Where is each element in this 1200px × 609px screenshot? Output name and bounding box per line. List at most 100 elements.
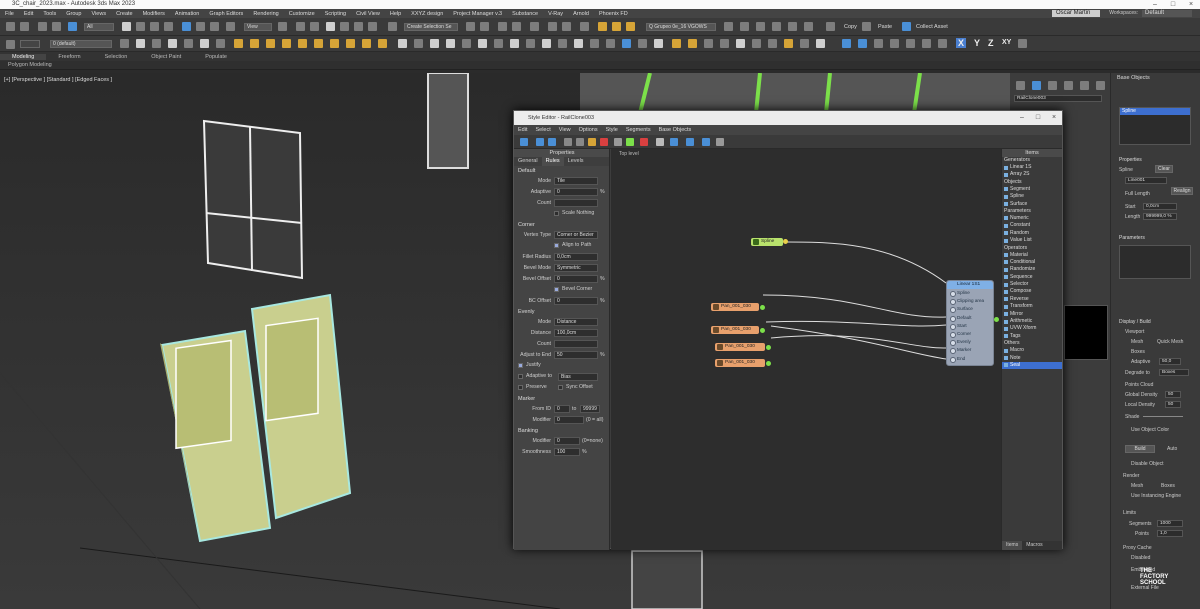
bevel-corner-checkbox[interactable] xyxy=(554,287,559,292)
move-icon[interactable] xyxy=(182,22,191,31)
curve-editor-icon[interactable] xyxy=(548,22,557,31)
scale-nothing-checkbox[interactable] xyxy=(554,211,559,216)
item-random[interactable]: Random xyxy=(1002,230,1062,237)
tab-items[interactable]: Items xyxy=(1002,541,1023,550)
tool-j-icon[interactable] xyxy=(784,39,793,48)
parameters-list[interactable] xyxy=(1119,245,1191,279)
fillet-radius-field[interactable]: 0,0cm xyxy=(554,253,598,261)
editor-menu-options[interactable]: Options xyxy=(575,127,602,133)
current-layer-swatch[interactable] xyxy=(20,40,40,48)
port-spline[interactable]: Spline xyxy=(947,289,993,298)
menu-help[interactable]: Help xyxy=(385,11,406,17)
layer-tools-icon[interactable] xyxy=(724,22,733,31)
menu-project-manager[interactable]: Project Manager v.3 xyxy=(448,11,507,17)
clear-spline-button[interactable]: Clear xyxy=(1155,165,1173,173)
menu-customize[interactable]: Customize xyxy=(284,11,320,17)
segment-node-3[interactable]: Pan_001_030 xyxy=(715,343,765,351)
material-editor-icon[interactable] xyxy=(580,22,589,31)
percent-snap-icon[interactable] xyxy=(354,22,363,31)
unlink-icon[interactable] xyxy=(52,22,61,31)
evenly-mode-dropdown[interactable]: Distance xyxy=(554,318,598,326)
axis-z-button[interactable]: Z xyxy=(988,38,994,48)
points-cloud-checkbox[interactable]: Points Cloud xyxy=(1125,382,1153,388)
toggle-scene-explorer-icon[interactable] xyxy=(498,22,507,31)
motion-panel-icon[interactable] xyxy=(1064,81,1073,90)
ribbon-tab-object-paint[interactable]: Object Paint xyxy=(139,54,193,60)
editor-menu-base-objects[interactable]: Base Objects xyxy=(655,127,696,133)
tool-p-icon[interactable] xyxy=(890,39,899,48)
vray-light-icon[interactable] xyxy=(314,39,323,48)
item-spline[interactable]: Spline xyxy=(1002,193,1062,200)
quick-mesh-radio[interactable]: Quick Mesh xyxy=(1157,339,1183,345)
rotate-icon[interactable] xyxy=(196,22,205,31)
systems-icon[interactable] xyxy=(298,39,307,48)
undo-icon[interactable] xyxy=(6,22,15,31)
segment-output-pin[interactable] xyxy=(760,328,765,333)
editor-minimize-icon[interactable]: – xyxy=(1014,111,1030,125)
align-icon[interactable] xyxy=(480,22,489,31)
rendered-frame-window-icon[interactable] xyxy=(612,22,621,31)
vray-frame-buffer-icon[interactable] xyxy=(462,39,471,48)
scale-icon[interactable] xyxy=(210,22,219,31)
port-corner[interactable]: Corner xyxy=(947,330,993,339)
create-layer-icon[interactable] xyxy=(136,39,145,48)
item-numeric[interactable]: Numeric xyxy=(1002,215,1062,222)
object-name-field[interactable]: RailClone003 xyxy=(1014,95,1102,102)
tool-h-icon[interactable] xyxy=(752,39,761,48)
display-build-header[interactable]: Display / Build xyxy=(1119,319,1151,325)
tool-e-icon[interactable] xyxy=(704,39,713,48)
segment-node-1[interactable]: Pan_001_030 xyxy=(711,303,759,311)
tool-m-icon[interactable] xyxy=(842,39,851,48)
reference-coordinate-dropdown[interactable]: View xyxy=(244,23,272,31)
bind-space-warp-icon[interactable] xyxy=(68,22,77,31)
distance-field[interactable]: 100,0cm xyxy=(554,329,598,337)
render-mesh-radio[interactable]: Mesh xyxy=(1131,483,1143,489)
local-density-field[interactable]: 50 xyxy=(1165,401,1181,408)
spline-value-field[interactable]: Line001 xyxy=(1125,177,1167,184)
render-setup-icon[interactable] xyxy=(598,22,607,31)
current-layer-dropdown[interactable]: 0 (default) xyxy=(50,40,112,48)
hierarchy-panel-icon[interactable] xyxy=(1048,81,1057,90)
segments-field[interactable]: 1000 xyxy=(1157,520,1183,527)
scatter-icon[interactable] xyxy=(622,39,631,48)
editor-close-icon[interactable]: × xyxy=(1046,111,1062,125)
item-sequence[interactable]: Sequence xyxy=(1002,274,1062,281)
port-default[interactable]: Default xyxy=(947,314,993,322)
from-id-field[interactable]: 0 xyxy=(554,405,570,413)
boxes-radio[interactable]: Boxes xyxy=(1131,349,1145,355)
category-parameters[interactable]: Parameters xyxy=(1002,208,1062,215)
ribbon-tab-selection[interactable]: Selection xyxy=(93,54,140,60)
segment-output-pin[interactable] xyxy=(766,361,771,366)
adaptive-field[interactable]: 0 xyxy=(554,188,598,196)
ribbon-tab-freeform[interactable]: Freeform xyxy=(46,54,92,60)
tool-l-icon[interactable] xyxy=(816,39,825,48)
vray-plane-icon[interactable] xyxy=(414,39,423,48)
menu-substance[interactable]: Substance xyxy=(507,11,543,17)
menu-modifiers[interactable]: Modifiers xyxy=(138,11,170,17)
menu-tools[interactable]: Tools xyxy=(38,11,61,17)
adjust-to-end-field[interactable]: 50 xyxy=(554,351,598,359)
vray-proxy-icon[interactable] xyxy=(378,39,387,48)
axis-xy-button[interactable]: XY xyxy=(1002,39,1011,46)
select-object-icon[interactable] xyxy=(122,22,131,31)
mesh-radio[interactable]: Mesh xyxy=(1131,339,1143,345)
generator-output-pin[interactable] xyxy=(994,317,999,322)
minimize-icon[interactable]: – xyxy=(1146,0,1164,9)
editor-maximize-icon[interactable]: □ xyxy=(1030,111,1046,125)
layout-icon[interactable] xyxy=(702,138,710,146)
axis-constraint-icon[interactable] xyxy=(1018,39,1027,48)
tab-rules[interactable]: Rules xyxy=(541,157,564,166)
vray-sphere-icon[interactable] xyxy=(430,39,439,48)
item-compose[interactable]: Compose xyxy=(1002,288,1062,295)
justify-checkbox[interactable] xyxy=(518,363,523,368)
start-field[interactable]: 0,0cm xyxy=(1143,203,1177,210)
paste-node-icon[interactable] xyxy=(576,138,584,146)
layer-hide-icon[interactable] xyxy=(772,22,781,31)
editor-menu-edit[interactable]: Edit xyxy=(514,127,531,133)
auto-checkbox[interactable]: Auto xyxy=(1167,446,1177,452)
base-objects-list[interactable]: Spline xyxy=(1119,107,1191,145)
viewport-label[interactable]: [+] [Perspective ] [Standard ] [Edged Fa… xyxy=(4,77,112,83)
pivot-center-icon[interactable] xyxy=(278,22,287,31)
points-field[interactable]: 1,0 xyxy=(1157,530,1183,537)
tool-c-icon[interactable] xyxy=(672,39,681,48)
